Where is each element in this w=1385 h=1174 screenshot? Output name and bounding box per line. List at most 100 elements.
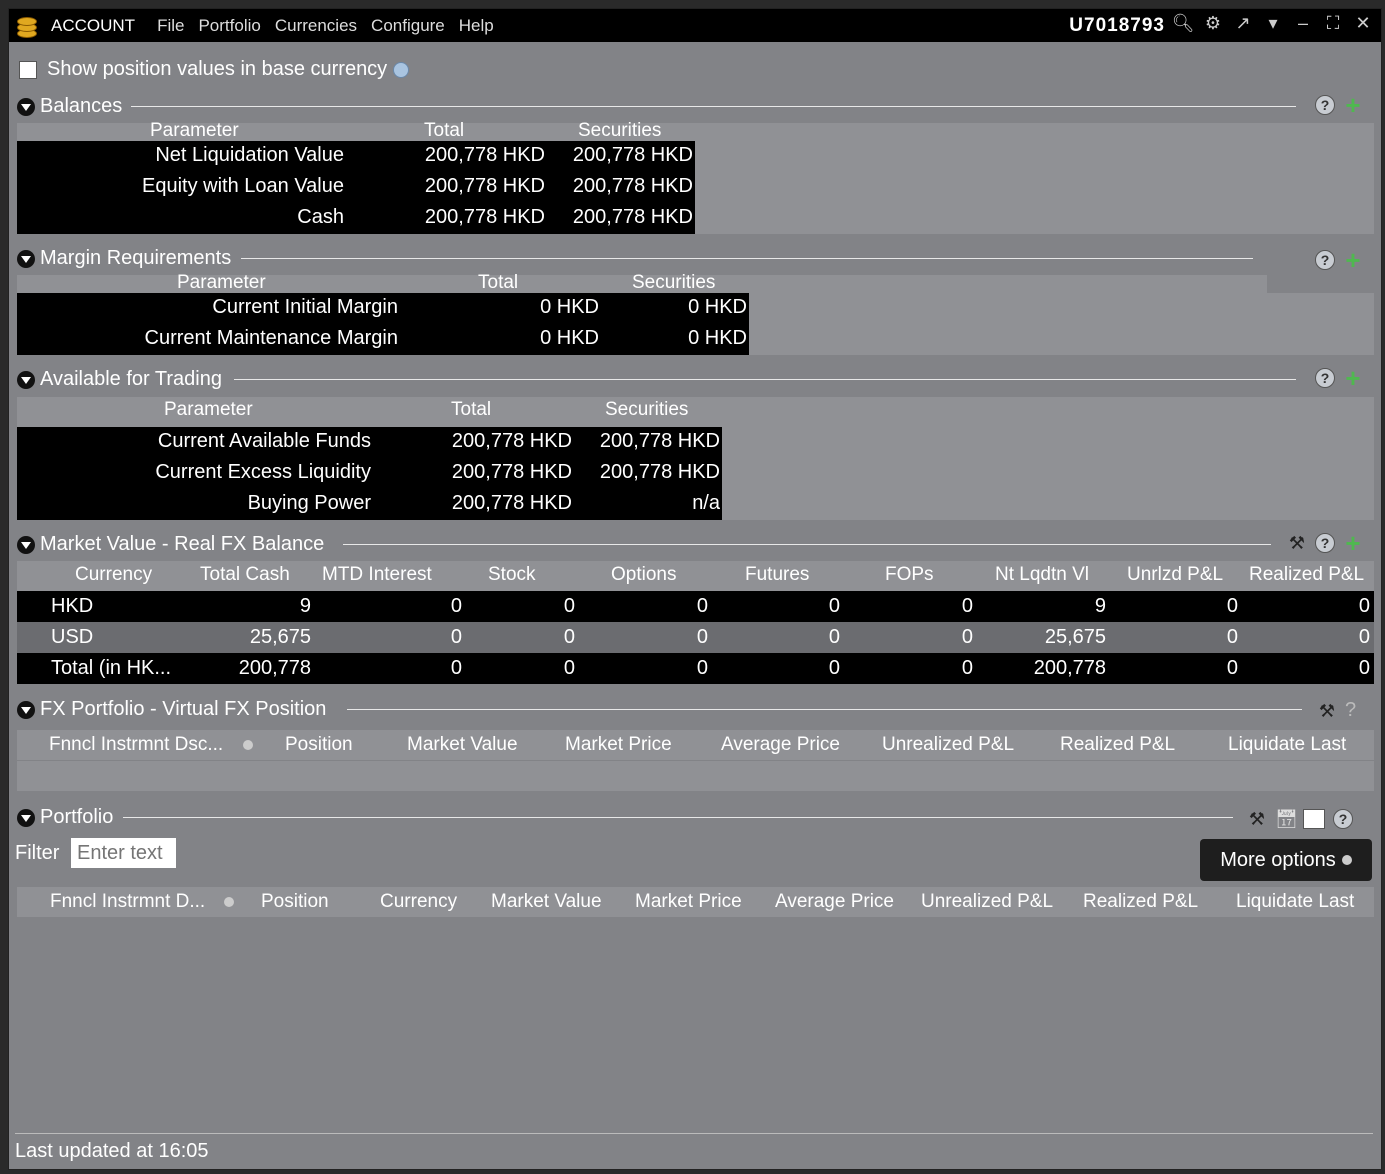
more-options-button[interactable]: More options [1200, 839, 1372, 881]
wrench-icon[interactable]: ⚒ [1317, 701, 1337, 721]
col-liquidate-last[interactable]: Liquidate Last [1228, 734, 1346, 756]
table-cell: 0 [1226, 657, 1238, 679]
col-currency[interactable]: Currency [380, 891, 457, 913]
col-fops: FOPs [885, 564, 934, 585]
help-icon[interactable]: ? [1315, 533, 1335, 553]
help-icon[interactable]: ? [1345, 699, 1356, 722]
chevron-down-icon[interactable] [243, 740, 253, 750]
table-cell: 200,778 HKD [572, 144, 693, 166]
add-icon[interactable]: + [1343, 92, 1363, 118]
table-cell: Current Excess Liquidity [155, 461, 371, 483]
col-position[interactable]: Position [261, 891, 329, 913]
gear-icon[interactable]: ⚙ [1203, 13, 1223, 33]
available-filler [722, 427, 1374, 520]
table-cell: HKD [51, 595, 94, 617]
help-icon[interactable]: ? [1315, 95, 1335, 115]
table-cell: Equity with Loan Value [142, 175, 344, 197]
market-value-header[interactable]: Market Value - Real FX Balance [17, 533, 324, 556]
collapse-icon[interactable] [17, 700, 35, 719]
filter-input[interactable] [71, 838, 176, 868]
table-cell: 0 HKD [540, 327, 599, 349]
table-cell: 0 [696, 595, 708, 617]
pin-icon[interactable]: ↗ [1233, 13, 1253, 33]
section-title: Available for Trading [40, 368, 222, 390]
col-parameter: Parameter [164, 399, 253, 420]
divider [343, 544, 1271, 545]
table-cell: Buying Power [247, 492, 371, 514]
menu-portfolio[interactable]: Portfolio [198, 16, 260, 36]
col-average-price[interactable]: Average Price [775, 891, 894, 913]
menu-configure[interactable]: Configure [371, 16, 445, 36]
table-row[interactable] [17, 622, 1374, 653]
col-market-price[interactable]: Market Price [635, 891, 742, 913]
col-market-price[interactable]: Market Price [565, 734, 672, 756]
table-cell: 25,675 [1044, 626, 1106, 648]
balances-header[interactable]: Balances [17, 95, 122, 118]
collapse-icon[interactable] [17, 249, 35, 268]
table-cell: 0 [828, 595, 840, 617]
col-unrealized-pnl[interactable]: Unrealized P&L [882, 734, 1014, 756]
collapse-icon[interactable] [17, 97, 35, 116]
table-cell: n/a [692, 492, 720, 514]
minimize-icon[interactable]: – [1293, 13, 1313, 33]
table-cell: 25,675 [249, 626, 311, 648]
fx-portfolio-header[interactable]: FX Portfolio - Virtual FX Position [17, 698, 326, 721]
table-cell: 200,778 HKD [424, 144, 545, 166]
col-average-price[interactable]: Average Price [721, 734, 840, 756]
col-parameter: Parameter [177, 272, 266, 293]
col-liquidate-last[interactable]: Liquidate Last [1236, 891, 1354, 913]
col-market-value[interactable]: Market Value [491, 891, 602, 913]
col-realized-pnl[interactable]: Realized P&L [1060, 734, 1175, 756]
add-icon[interactable]: + [1343, 247, 1363, 273]
menu-file[interactable]: File [157, 16, 184, 36]
col-parameter: Parameter [150, 120, 239, 141]
col-position[interactable]: Position [285, 734, 353, 756]
table-cell: 200,778 HKD [451, 461, 572, 483]
menu-currencies[interactable]: Currencies [275, 16, 357, 36]
col-unrealized-pnl[interactable]: Unrealized P&L [921, 891, 1053, 913]
available-header[interactable]: Available for Trading [17, 368, 222, 391]
collapse-icon[interactable] [17, 535, 35, 554]
col-securities: Securities [578, 120, 662, 141]
close-icon[interactable]: ✕ [1353, 13, 1373, 33]
portfolio-header[interactable]: Portfolio [17, 806, 113, 829]
table-cell: 200,778 HKD [451, 430, 572, 452]
help-icon[interactable]: ? [1315, 368, 1335, 388]
col-realized-pnl[interactable]: Realized P&L [1083, 891, 1198, 913]
wrench-icon[interactable]: ⚒ [1247, 809, 1267, 829]
calendar-icon[interactable]: 📅︎ [1275, 809, 1298, 829]
wrench-icon[interactable]: ⚒ [1287, 533, 1307, 553]
col-market-value[interactable]: Market Value [407, 734, 518, 756]
table-cell: 0 [696, 626, 708, 648]
chevron-down-icon[interactable] [224, 897, 234, 907]
section-title: Margin Requirements [40, 247, 232, 269]
collapse-icon[interactable] [17, 808, 35, 827]
chevron-down-icon[interactable]: ▾ [1263, 13, 1283, 33]
maximize-icon[interactable]: ⛶ [1323, 13, 1343, 33]
collapse-icon[interactable] [17, 370, 35, 389]
add-icon[interactable]: + [1343, 365, 1363, 391]
help-icon[interactable]: ? [1315, 250, 1335, 270]
help-icon[interactable] [393, 61, 410, 78]
col-mtd-interest: MTD Interest [322, 564, 432, 585]
search-icon[interactable]: 🔍︎ [1172, 13, 1195, 33]
help-icon[interactable]: ? [1333, 809, 1353, 829]
add-icon[interactable]: + [1343, 530, 1363, 556]
table-cell: Current Available Funds [157, 430, 371, 452]
col-instrument[interactable]: Fnncl Instrmnt Dsc... [49, 734, 223, 756]
window-icon[interactable] [1303, 809, 1325, 829]
table-row[interactable] [17, 591, 1374, 622]
table-row[interactable] [17, 653, 1374, 684]
menu-help[interactable]: Help [459, 16, 494, 36]
table-cell: 200,778 [238, 657, 311, 679]
table-cell: 200,778 HKD [572, 206, 693, 228]
table-cell: 200,778 HKD [451, 492, 572, 514]
margin-header[interactable]: Margin Requirements [17, 247, 231, 270]
section-title: Market Value - Real FX Balance [40, 533, 325, 555]
base-currency-checkbox[interactable] [19, 60, 37, 79]
table-cell: 9 [1094, 595, 1106, 617]
col-instrument[interactable]: Fnncl Instrmnt D... [50, 891, 205, 913]
table-cell: 0 [563, 657, 575, 679]
base-currency-option[interactable]: Show position values in base currency [19, 58, 410, 81]
account-id: U7018793 [1069, 15, 1165, 36]
